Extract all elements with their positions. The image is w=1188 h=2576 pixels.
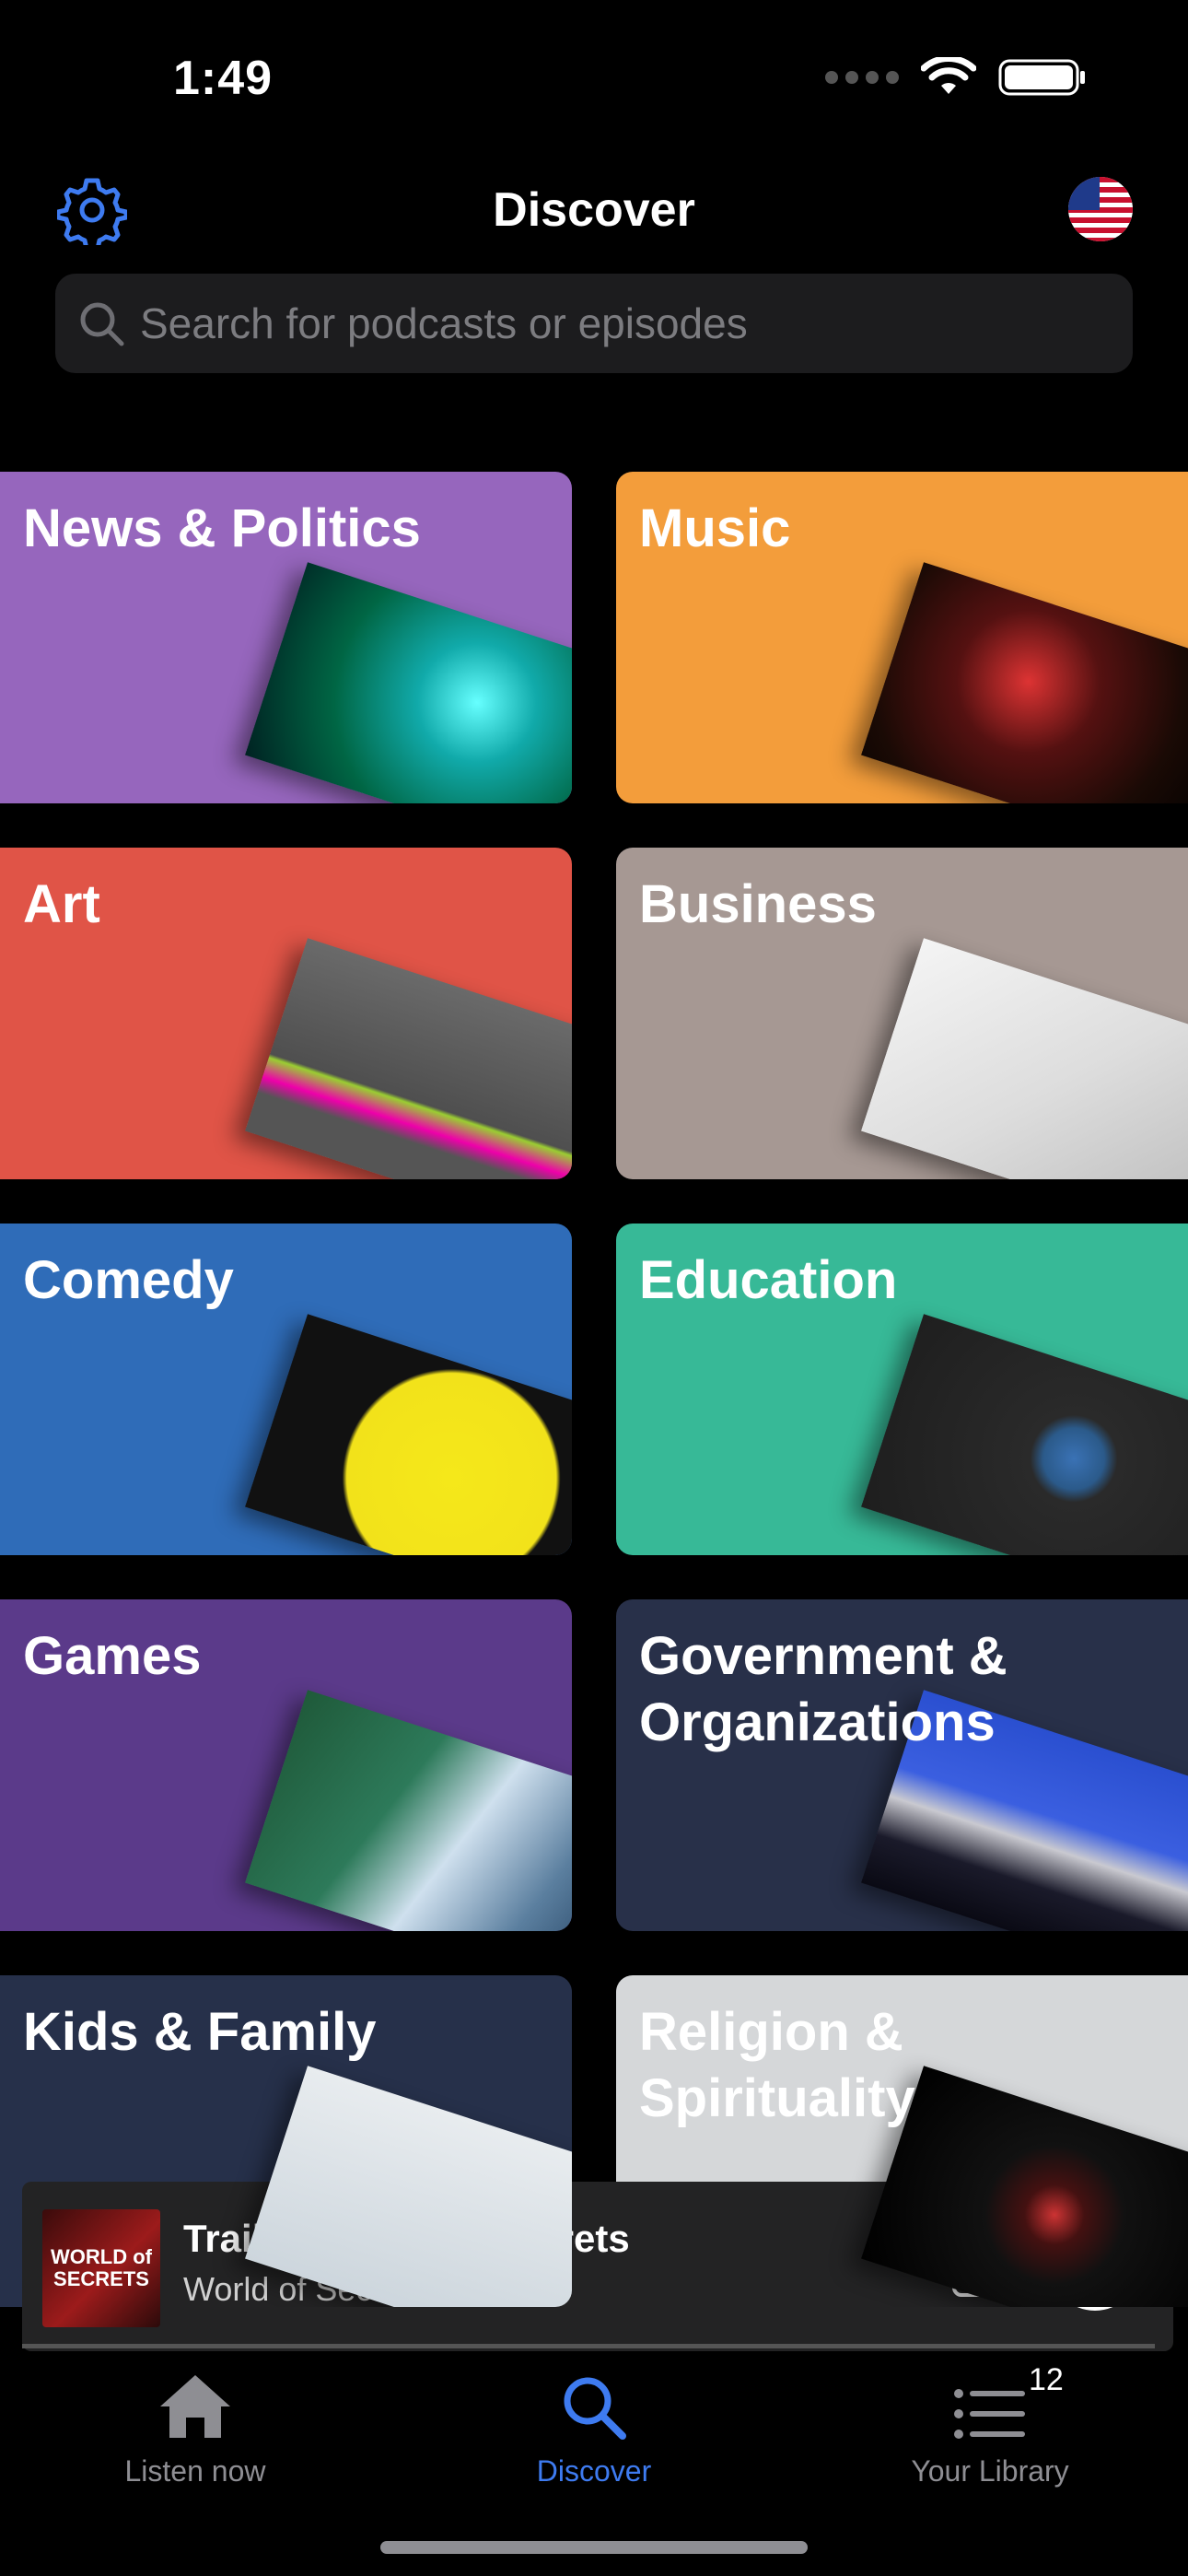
cellular-signal-icon xyxy=(825,71,899,84)
category-label: Business xyxy=(639,874,877,934)
search-icon xyxy=(564,2377,626,2440)
home-indicator xyxy=(380,2541,808,2554)
gallery-room-image xyxy=(245,938,572,1179)
category-games[interactable]: Games xyxy=(0,1599,572,1931)
tab-listen-now[interactable]: Listen now xyxy=(57,2359,333,2488)
category-label: Music xyxy=(639,498,791,558)
category-label: Art xyxy=(23,874,100,934)
header: Discover xyxy=(0,175,1188,249)
category-label: News & Politics xyxy=(23,498,421,558)
tab-discover[interactable]: Discover xyxy=(456,2359,732,2488)
search-placeholder: Search for podcasts or episodes xyxy=(140,299,748,347)
cliff-landscape-image xyxy=(245,1690,572,1931)
category-label: Government & Organizations xyxy=(639,1626,1007,1752)
child-image xyxy=(245,2066,572,2307)
category-label: Religion & Spirituality xyxy=(639,2002,915,2128)
category-government[interactable]: Government & Organizations xyxy=(616,1599,1188,1931)
category-news-politics[interactable]: News & Politics xyxy=(0,472,572,803)
category-label: Comedy xyxy=(23,1250,234,1310)
us-flag-region-icon[interactable] xyxy=(1068,177,1133,241)
category-business[interactable]: Business xyxy=(616,848,1188,1179)
library-list-icon xyxy=(954,2389,1025,2439)
search-input[interactable]: Search for podcasts or episodes xyxy=(55,274,1133,373)
desk-papers-image xyxy=(861,938,1188,1179)
category-label: Kids & Family xyxy=(23,2002,377,2062)
category-label: Games xyxy=(23,1626,202,1686)
category-music[interactable]: Music xyxy=(616,472,1188,803)
spotlight-masks-image xyxy=(245,1314,572,1555)
tab-label: Your Library xyxy=(911,2454,1069,2488)
wifi-icon xyxy=(921,57,976,94)
category-art[interactable]: Art xyxy=(0,848,572,1179)
status-icons xyxy=(825,57,1087,98)
status-time: 1:49 xyxy=(173,52,274,105)
search-icon xyxy=(80,302,124,346)
playback-progress-bar xyxy=(22,2344,1155,2348)
tab-label: Listen now xyxy=(124,2454,266,2488)
tab-your-library[interactable]: 12 Your Library xyxy=(852,2359,1128,2488)
category-comedy[interactable]: Comedy xyxy=(0,1224,572,1555)
page-title: Discover xyxy=(493,183,695,237)
library-count-badge: 12 xyxy=(1029,2362,1064,2397)
battery-icon xyxy=(998,59,1085,96)
globe-hand-image xyxy=(861,1314,1188,1555)
category-label: Education xyxy=(639,1250,898,1310)
tab-label: Discover xyxy=(536,2454,652,2488)
microphone-image xyxy=(861,562,1188,803)
tab-bar: Listen now Discover 12 Your Library xyxy=(0,2359,1188,2524)
category-education[interactable]: Education xyxy=(616,1224,1188,1555)
network-globe-image xyxy=(245,562,572,803)
home-icon xyxy=(160,2375,230,2438)
podcast-cover-image: WORLD of SECRETS xyxy=(42,2209,160,2327)
